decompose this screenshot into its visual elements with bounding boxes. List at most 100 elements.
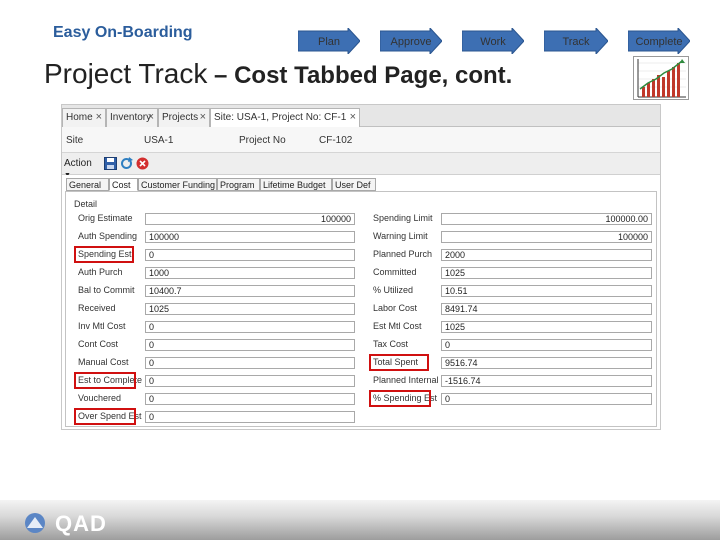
- step-label: Track: [562, 36, 590, 48]
- save-icon[interactable]: [104, 157, 117, 170]
- tab-label: General: [69, 180, 102, 190]
- field-label: Auth Spending: [78, 231, 138, 241]
- tab-cost[interactable]: Cost: [109, 178, 138, 191]
- tab-lifetime-budget[interactable]: Lifetime Budget: [260, 178, 332, 191]
- qad-logo-icon: [23, 512, 47, 534]
- project-no-label: Project No: [239, 135, 286, 146]
- inv-mtl-cost-input[interactable]: 0: [145, 321, 355, 333]
- tab-label: Lifetime Budget: [263, 180, 326, 190]
- cancel-icon[interactable]: [136, 157, 149, 170]
- utilized-input[interactable]: 10.51: [441, 285, 652, 297]
- manual-cost-input[interactable]: 0: [145, 357, 355, 369]
- field-label: Bal to Commit: [78, 285, 135, 295]
- warning-limit-input[interactable]: 100000: [441, 231, 652, 243]
- site-value: USA-1: [144, 135, 174, 146]
- field-label: Orig Estimate: [78, 213, 133, 223]
- tab-home[interactable]: Home ×: [62, 108, 106, 127]
- bar-chart-icon: [633, 56, 689, 100]
- tab-label: Customer Funding: [141, 180, 216, 190]
- tab-label: User Def: [335, 180, 371, 190]
- close-icon[interactable]: ×: [96, 111, 102, 123]
- field-label: Est Mtl Cost: [373, 321, 422, 331]
- tab-label: Site: USA-1, Project No: CF-1: [214, 112, 347, 123]
- site-label: Site: [66, 135, 84, 146]
- close-icon[interactable]: ×: [200, 111, 206, 123]
- tab-label: Projects: [162, 112, 199, 123]
- qad-logo-text: QAD: [55, 511, 107, 536]
- action-menu-button[interactable]: Action ▼: [64, 156, 100, 179]
- spending-est-input[interactable]: 0: [145, 249, 355, 261]
- committed-input[interactable]: 1025: [441, 267, 652, 279]
- est-to-complete-input[interactable]: 0: [145, 375, 355, 387]
- field-label: % Spending Est: [373, 393, 438, 403]
- spending-est-pct-input[interactable]: 0: [441, 393, 652, 405]
- field-label: Spending Limit: [373, 213, 433, 223]
- step-label: Approve: [390, 36, 432, 48]
- field-label: Warning Limit: [373, 231, 428, 241]
- field-label: Over Spend Est: [78, 411, 142, 421]
- tab-label: Home: [66, 112, 93, 123]
- tab-inventory[interactable]: Inventory ×: [106, 108, 158, 127]
- planned-purch-input[interactable]: 2000: [441, 249, 652, 261]
- field-label: Auth Purch: [78, 267, 123, 277]
- brand-heading: Easy On-Boarding: [53, 24, 193, 41]
- step-work: Work: [462, 28, 524, 54]
- slide-title: Project Track – Cost Tabbed Page, cont.: [44, 58, 512, 90]
- auth-spending-input[interactable]: 100000: [145, 231, 355, 243]
- tab-user-def[interactable]: User Def: [332, 178, 376, 191]
- cont-cost-input[interactable]: 0: [145, 339, 355, 351]
- step-approve: Approve: [380, 28, 442, 54]
- close-icon[interactable]: ×: [148, 111, 154, 123]
- action-label: Action: [64, 158, 92, 169]
- step-label: Work: [480, 36, 506, 48]
- step-plan: Plan: [298, 28, 360, 54]
- content-area: General Cost Customer Funding Program Li…: [62, 175, 660, 429]
- planned-internal-input[interactable]: -1516.74: [441, 375, 652, 387]
- field-label: Vouchered: [78, 393, 122, 403]
- step-label: Plan: [317, 36, 341, 48]
- field-label: % Utilized: [373, 285, 414, 295]
- tab-label: Inventory: [110, 112, 152, 123]
- spending-limit-input[interactable]: 100000.00: [441, 213, 652, 225]
- vouchered-input[interactable]: 0: [145, 393, 355, 405]
- tax-cost-input[interactable]: 0: [441, 339, 652, 351]
- field-label: Tax Cost: [373, 339, 409, 349]
- tab-customer-funding[interactable]: Customer Funding: [138, 178, 217, 191]
- field-label: Manual Cost: [78, 357, 129, 367]
- bal-to-commit-input[interactable]: 10400.7: [145, 285, 355, 297]
- app-window: Home × Inventory × Projects × Site: USA-…: [61, 104, 661, 430]
- project-info-row: Site USA-1 Project No CF-102: [62, 127, 660, 153]
- detail-section-label: Detail: [74, 199, 98, 209]
- field-label: Planned Purch: [373, 249, 433, 259]
- document-tab-bar: Home × Inventory × Projects × Site: USA-…: [62, 105, 660, 127]
- footer-bar: QAD: [0, 500, 720, 540]
- field-label: Total Spent: [373, 357, 419, 367]
- est-mtl-cost-input[interactable]: 1025: [441, 321, 652, 333]
- field-label: Spending Est: [78, 249, 132, 259]
- field-label: Inv Mtl Cost: [78, 321, 126, 331]
- tab-program[interactable]: Program: [217, 178, 260, 191]
- tab-label: Program: [220, 180, 255, 190]
- orig-estimate-input[interactable]: 100000: [145, 213, 355, 225]
- tab-label: Cost: [112, 180, 131, 190]
- project-no-value: CF-102: [319, 135, 353, 146]
- tab-projects[interactable]: Projects ×: [158, 108, 210, 127]
- over-spend-est-input[interactable]: 0: [145, 411, 355, 423]
- field-label: Labor Cost: [373, 303, 418, 313]
- received-input[interactable]: 1025: [145, 303, 355, 315]
- title-rest: – Cost Tabbed Page, cont.: [207, 62, 513, 89]
- title-main: Project Track: [44, 58, 208, 89]
- labor-cost-input[interactable]: 8491.74: [441, 303, 652, 315]
- step-complete: Complete: [628, 28, 690, 54]
- tab-general[interactable]: General: [66, 178, 109, 191]
- field-label: Received: [78, 303, 116, 313]
- toolbar: Action ▼: [62, 153, 660, 179]
- field-label: Planned Internal: [373, 375, 439, 385]
- field-label: Est to Complete: [78, 375, 143, 385]
- step-track: Track: [544, 28, 608, 54]
- refresh-icon[interactable]: [120, 157, 133, 170]
- tab-project-detail[interactable]: Site: USA-1, Project No: CF-1 ×: [210, 108, 360, 127]
- close-icon[interactable]: ×: [350, 111, 356, 123]
- total-spent-input[interactable]: 9516.74: [441, 357, 652, 369]
- auth-purch-input[interactable]: 1000: [145, 267, 355, 279]
